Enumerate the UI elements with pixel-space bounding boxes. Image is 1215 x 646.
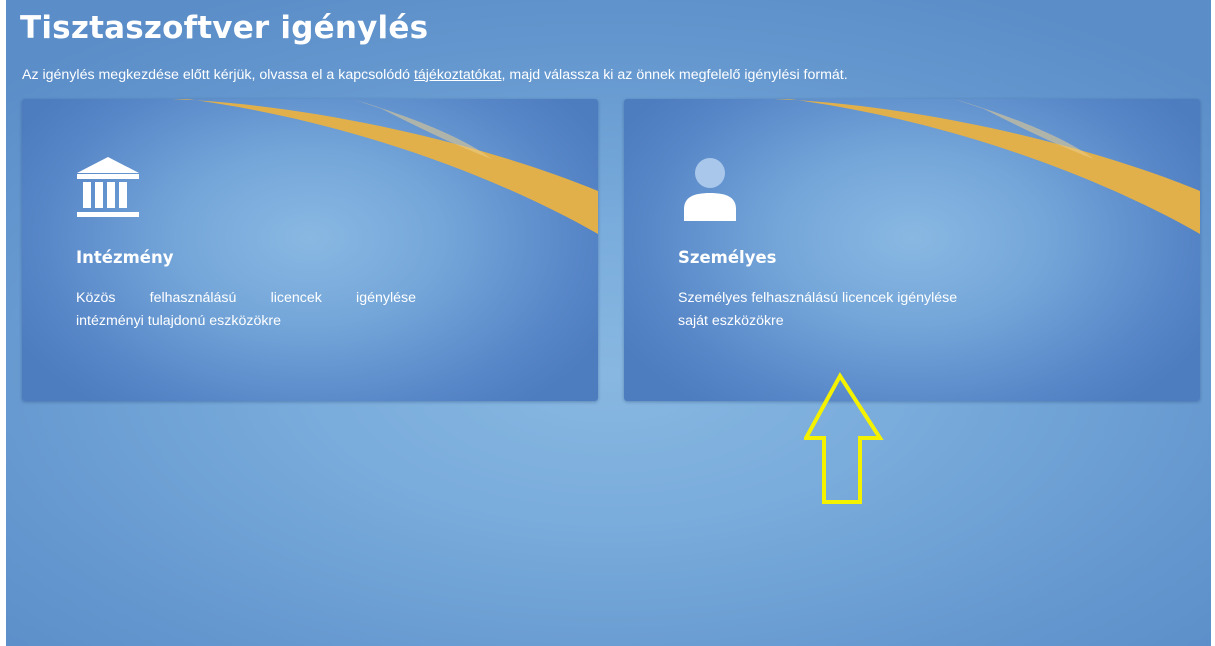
page-title: Tisztaszoftver igénylés xyxy=(20,10,429,46)
card-description-line: Személyes felhasználású licencek igénylé… xyxy=(678,290,958,306)
card-title: Intézmény xyxy=(76,248,174,267)
intro-text-before: Az igénylés megkezdése előtt kérjük, olv… xyxy=(22,67,414,83)
institution-building-icon xyxy=(77,157,139,217)
page: Tisztaszoftver igénylés Az igénylés megk… xyxy=(6,0,1211,646)
card-institution[interactable]: Intézmény Közös felhasználású licencek i… xyxy=(22,99,598,401)
info-link[interactable]: tájékoztatókat xyxy=(414,67,502,83)
card-description-line: intézményi tulajdonú eszközökre xyxy=(76,313,282,329)
intro-text: Az igénylés megkezdése előtt kérjük, olv… xyxy=(22,65,848,85)
up-arrow-icon xyxy=(804,372,884,504)
card-description-line: saját eszközökre xyxy=(678,313,784,329)
card-title: Személyes xyxy=(678,248,777,267)
card-description: Közös felhasználású licencek igénylése i… xyxy=(76,287,416,333)
card-description: Személyes felhasználású licencek igénylé… xyxy=(678,287,957,333)
card-personal[interactable]: Személyes Személyes felhasználású licenc… xyxy=(624,99,1200,401)
intro-text-after: , majd válassza ki az önnek megfelelő ig… xyxy=(501,67,848,83)
card-description-line: Közös felhasználású licencek igénylése xyxy=(76,290,416,306)
user-person-icon xyxy=(684,158,736,221)
